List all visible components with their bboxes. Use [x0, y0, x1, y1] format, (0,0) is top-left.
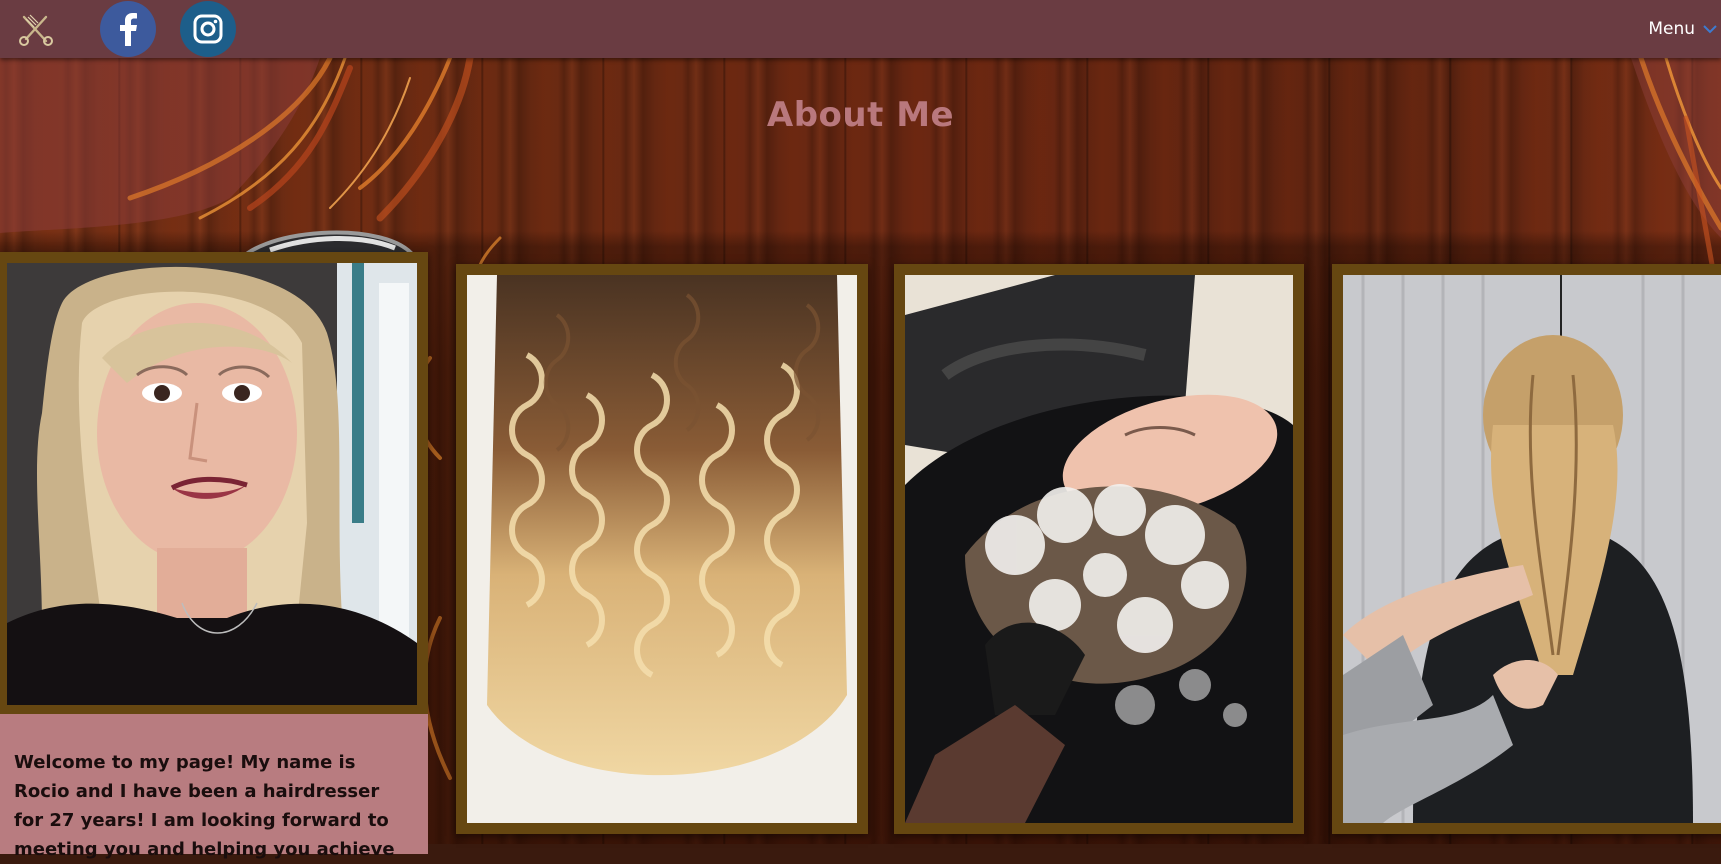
gallery-card-portrait[interactable]: [0, 252, 428, 716]
menu-button[interactable]: Menu: [1648, 17, 1721, 41]
top-navigation-bar: Menu: [0, 0, 1721, 58]
menu-label: Menu: [1648, 19, 1695, 39]
gallery-card-hair-wash[interactable]: [894, 264, 1304, 834]
hair-wash-photo: [905, 275, 1293, 823]
facebook-icon[interactable]: [100, 1, 156, 57]
braiding-photo: [1343, 275, 1721, 823]
curls-photo: [467, 275, 857, 823]
bio-text: Welcome to my page! My name is Rocio and…: [0, 714, 428, 860]
page-title: About Me: [766, 95, 955, 135]
gallery-card-braiding[interactable]: [1332, 264, 1721, 834]
instagram-icon[interactable]: [180, 1, 236, 57]
scissors-comb-icon[interactable]: [16, 11, 56, 47]
portrait-photo: [7, 263, 417, 705]
gallery-card-curls[interactable]: [456, 264, 868, 834]
chevron-down-icon: [1703, 19, 1717, 39]
